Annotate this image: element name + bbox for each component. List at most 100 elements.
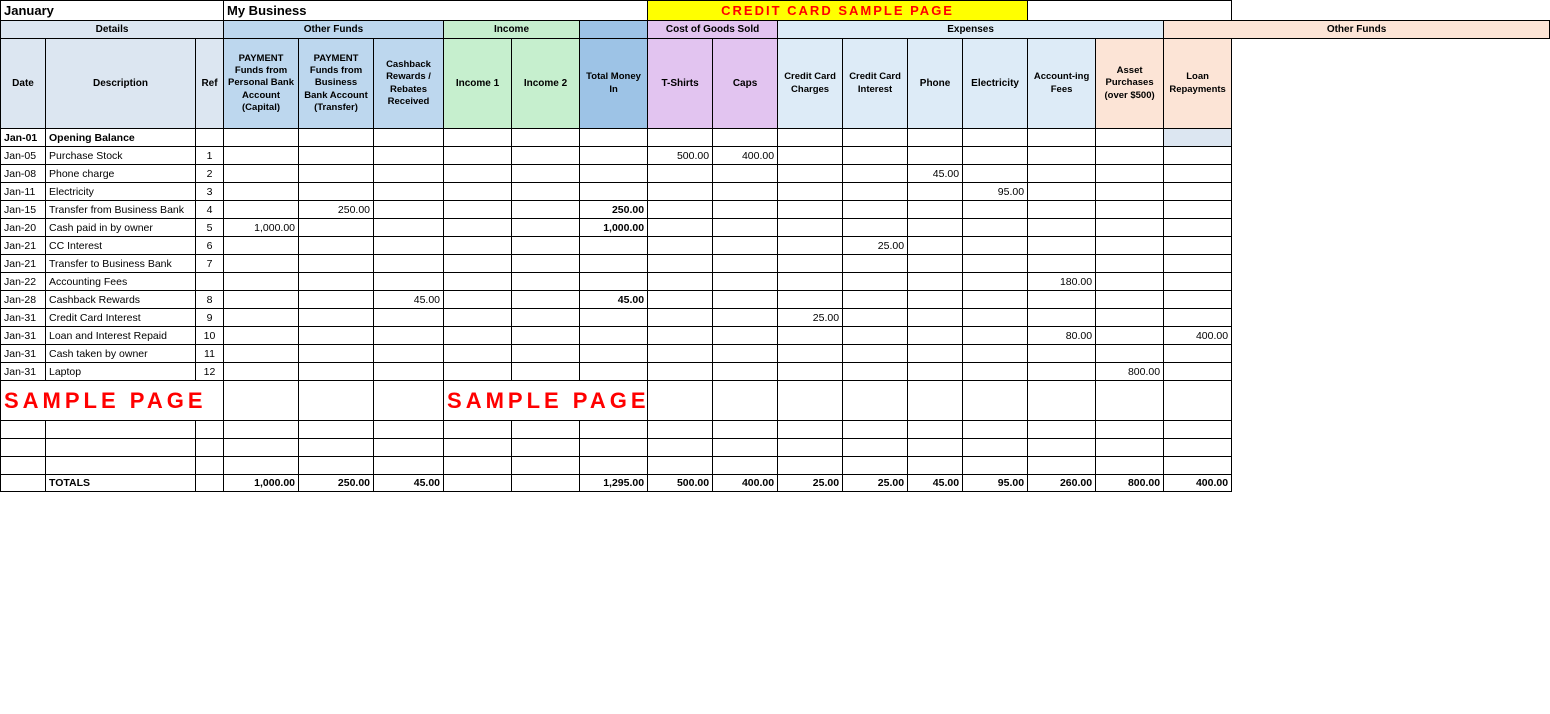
- cell-cb: [374, 273, 444, 291]
- cell-ph: [908, 439, 963, 457]
- cell-caps: [713, 165, 778, 183]
- col-totalmoney: Total Money In: [580, 39, 648, 129]
- cell-ts: [648, 237, 713, 255]
- cell-date: Jan-20: [1, 219, 46, 237]
- cell-date: Jan-11: [1, 183, 46, 201]
- cell-af: [1028, 129, 1096, 147]
- cell-lr: [1164, 201, 1232, 219]
- cell-ph: [908, 183, 963, 201]
- cell-ap: [1096, 255, 1164, 273]
- col-description: Description: [46, 39, 196, 129]
- cell-el: 95.00: [963, 183, 1028, 201]
- cell-af: [1028, 147, 1096, 165]
- cell-cci: [843, 421, 908, 439]
- cell-cci: [843, 183, 908, 201]
- cell-p1: [224, 327, 299, 345]
- section-income: Income: [444, 21, 580, 39]
- cell-i1: [444, 219, 512, 237]
- table-row: Jan-31 Laptop 12 800.00: [1, 363, 1550, 381]
- cell-cb: [374, 219, 444, 237]
- cell-desc: Loan and Interest Repaid: [46, 327, 196, 345]
- cell-desc: Laptop: [46, 363, 196, 381]
- cell-ph: [908, 237, 963, 255]
- cell-date: Jan-31: [1, 345, 46, 363]
- section-details: Details: [1, 21, 224, 39]
- total-ccc: 25.00: [778, 475, 843, 492]
- cell-caps: [713, 381, 778, 421]
- cell-cb: [374, 327, 444, 345]
- cell-date: Jan-22: [1, 273, 46, 291]
- col-phone: Phone: [908, 39, 963, 129]
- table-row: Jan-31 Cash taken by owner 11: [1, 345, 1550, 363]
- cell-p1: [224, 237, 299, 255]
- cell-ref: [196, 273, 224, 291]
- col-ccinterest: Credit Card Interest: [843, 39, 908, 129]
- cell-p1: [224, 363, 299, 381]
- cell-el: [963, 345, 1028, 363]
- cell-af: [1028, 183, 1096, 201]
- cell-caps: [713, 363, 778, 381]
- total-ap: 800.00: [1096, 475, 1164, 492]
- column-header-row: Date Description Ref PAYMENT Funds from …: [1, 39, 1550, 129]
- cell-p2: [299, 237, 374, 255]
- cell-p1: [224, 273, 299, 291]
- cell-cci: [843, 363, 908, 381]
- cell-cb: [374, 363, 444, 381]
- table-row: Jan-11 Electricity 3 95.00: [1, 183, 1550, 201]
- total-cb: 45.00: [374, 475, 444, 492]
- cell-ts: [648, 219, 713, 237]
- cell-p2: [299, 309, 374, 327]
- cell-ref: [196, 439, 224, 457]
- cell-lr: [1164, 345, 1232, 363]
- cell-p1: [224, 255, 299, 273]
- cell-lr: 400.00: [1164, 327, 1232, 345]
- cell-p2: [299, 129, 374, 147]
- cell-i1: [444, 291, 512, 309]
- cell-lr: [1164, 165, 1232, 183]
- cell-ap: 800.00: [1096, 363, 1164, 381]
- cell-lr: [1164, 421, 1232, 439]
- cell-tm: 1,000.00: [580, 219, 648, 237]
- cell-ref: 8: [196, 291, 224, 309]
- total-ts: 500.00: [648, 475, 713, 492]
- cell-cb: [374, 457, 444, 475]
- cell-ref: [196, 421, 224, 439]
- cell-el: [963, 273, 1028, 291]
- cell-i2: [512, 327, 580, 345]
- spreadsheet-container: January My Business CREDIT CARD SAMPLE P…: [0, 0, 1550, 492]
- cell-el: [963, 219, 1028, 237]
- month-title: January: [1, 1, 224, 21]
- cell-af: [1028, 237, 1096, 255]
- cell-ph: [908, 129, 963, 147]
- cell-lr: [1164, 457, 1232, 475]
- cell-i1: [444, 147, 512, 165]
- cell-ph: [908, 291, 963, 309]
- cell-date: Jan-31: [1, 327, 46, 345]
- cell-i1: [444, 457, 512, 475]
- cell-ap: [1096, 327, 1164, 345]
- cell-el: [963, 457, 1028, 475]
- cell-ccc: 25.00: [778, 309, 843, 327]
- cell-el: [963, 165, 1028, 183]
- cell-date: [1, 439, 46, 457]
- cell-p1: [224, 129, 299, 147]
- cell-i2: [512, 147, 580, 165]
- cell-el: [963, 255, 1028, 273]
- cell-cci: [843, 219, 908, 237]
- cell-p2: [299, 291, 374, 309]
- cell-caps: [713, 439, 778, 457]
- cell-i1: [444, 363, 512, 381]
- cell-lr: [1164, 237, 1232, 255]
- cell-ap: [1096, 291, 1164, 309]
- cell-ts: [648, 363, 713, 381]
- cell-af: [1028, 457, 1096, 475]
- cell-el: [963, 327, 1028, 345]
- cell-p1: [224, 439, 299, 457]
- cell-i2: [512, 183, 580, 201]
- cell-ref: 5: [196, 219, 224, 237]
- total-af: 260.00: [1028, 475, 1096, 492]
- total-p1: 1,000.00: [224, 475, 299, 492]
- col-cccharges: Credit Card Charges: [778, 39, 843, 129]
- cell-lr: [1164, 439, 1232, 457]
- cell-desc: [46, 421, 196, 439]
